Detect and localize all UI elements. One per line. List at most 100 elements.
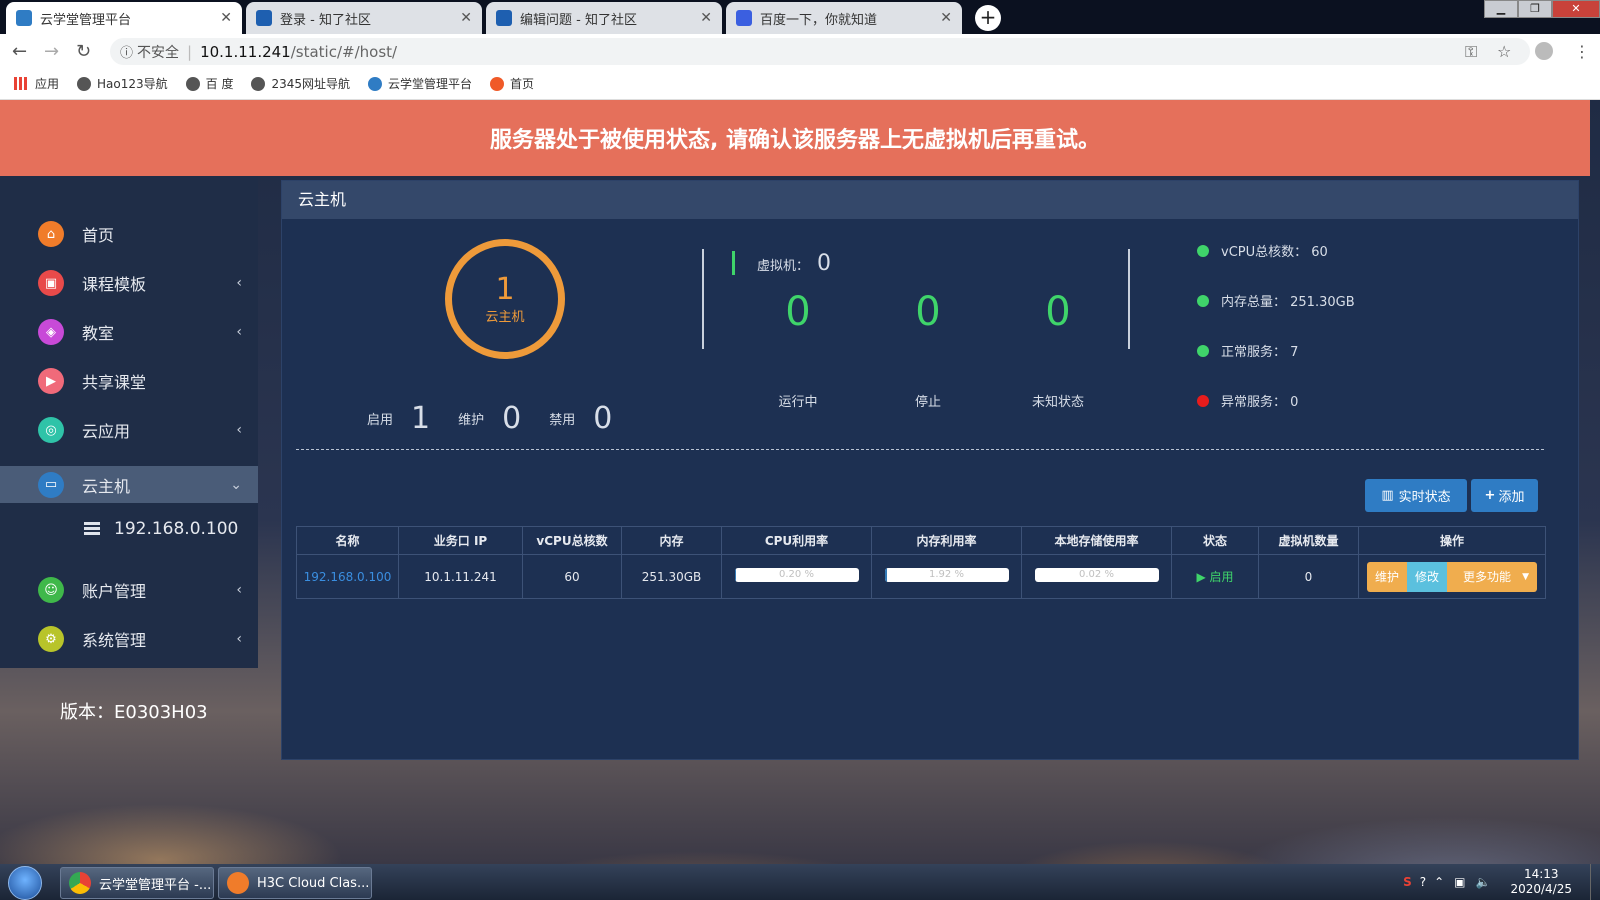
column-header: 内存利用率 (871, 526, 1022, 555)
alert-message: 服务器处于被使用状态, 请确认该服务器上无虚拟机后再重试。 (489, 128, 1101, 153)
stopped-label: 停止 (914, 395, 941, 410)
column-header: 业务口 IP (398, 526, 523, 555)
sidebar-item-shared-class[interactable]: ▶ 共享课堂 (0, 361, 258, 401)
url-field[interactable]: ⓘ 不安全 | 10.1.11.241 /static/#/host/ (110, 38, 1530, 65)
menu-dots-icon[interactable]: ⋮ (1574, 42, 1590, 61)
plus-icon: + (1484, 488, 1496, 503)
bookmark-label: 2345网址导航 (271, 77, 351, 91)
bar-text: 0.02 % (1079, 569, 1114, 580)
sidebar-item-cloud-app[interactable]: ◎ 云应用 ‹ (0, 410, 258, 450)
host-vcpu: 60 (522, 554, 622, 599)
back-arrow-icon[interactable]: ← (12, 41, 27, 62)
start-button[interactable] (8, 866, 42, 900)
host-name-link[interactable]: 192.168.0.100 (296, 554, 399, 599)
maint-label: 维护 (458, 413, 485, 428)
sidebar-item-label: 云主机 (82, 476, 131, 496)
sogou-input-icon[interactable]: S (1403, 875, 1412, 889)
taskbar-item-h3c[interactable]: H3C Cloud Clas... (218, 867, 372, 899)
clock[interactable]: 14:13 2020/4/25 (1510, 867, 1572, 897)
classroom-icon: ◈ (38, 319, 64, 345)
kpi-memory: 内存总量： 251.30GB (1197, 291, 1355, 310)
vm-count-title: 虚拟机： 0 (757, 251, 831, 276)
version-label: 版本：E0303H03 (60, 702, 208, 723)
globe-icon (77, 76, 92, 91)
new-tab-button[interactable]: + (975, 5, 1001, 31)
minimize-button[interactable]: ▁ (1484, 0, 1518, 18)
network-icon[interactable]: ▣ (1454, 875, 1465, 889)
kpi-vcpu: vCPU总核数： 60 (1197, 241, 1328, 260)
bookmark-label: 云学堂管理平台 (388, 77, 473, 91)
sidebar-item-system[interactable]: ⚙ 系统管理 ‹ (0, 619, 258, 659)
button-label: 实时状态 (1398, 490, 1451, 505)
close-icon[interactable]: ✕ (220, 10, 232, 26)
apps-grid-icon (14, 77, 27, 90)
bookmark-2345[interactable]: 2345网址导航 (251, 75, 350, 92)
kpi-label: 异常服务： 0 (1221, 395, 1299, 410)
tab-login[interactable]: 登录 - 知了社区 ✕ (246, 2, 482, 34)
disabled-value: 0 (593, 401, 613, 436)
sidebar-subitem-host[interactable]: 192.168.0.100 (84, 519, 238, 539)
play-circle-icon: ▶ (1196, 570, 1206, 584)
add-host-button[interactable]: + 添加 (1471, 479, 1538, 512)
bookmark-apps[interactable]: 应用 (14, 75, 59, 92)
sidebar-item-label: 账户管理 (82, 582, 147, 601)
close-window-button[interactable]: ✕ (1552, 0, 1600, 18)
bookmark-yunxuetang[interactable]: 云学堂管理平台 (368, 75, 472, 92)
key-icon[interactable]: ⚿ (1465, 42, 1477, 62)
tab-edit-question[interactable]: 编辑问题 - 知了社区 ✕ (486, 2, 722, 34)
sidebar-item-cloud-host[interactable]: ▭ 云主机 ⌄ (0, 466, 258, 503)
taskbar-item-chrome[interactable]: 云学堂管理平台 -... (60, 867, 214, 899)
edit-button[interactable]: 修改 (1407, 561, 1448, 592)
mem-usage-cell: 1.92 % (871, 554, 1022, 599)
column-header: 状态 (1171, 526, 1259, 555)
cloud-icon (16, 10, 32, 26)
maximize-button[interactable]: ❐ (1518, 0, 1552, 18)
reload-icon[interactable]: ↻ (76, 41, 91, 62)
kpi-label: vCPU总核数： 60 (1221, 245, 1328, 260)
close-icon[interactable]: ✕ (940, 10, 952, 26)
maintain-button[interactable]: 维护 (1367, 561, 1408, 592)
bookmark-hao123[interactable]: Hao123导航 (77, 75, 168, 92)
sidebar-item-label: 共享课堂 (82, 373, 147, 392)
volume-icon[interactable]: 🔈 (1476, 875, 1491, 889)
bookmark-home[interactable]: 首页 (490, 75, 534, 92)
help-icon[interactable]: ? (1420, 875, 1426, 889)
show-desktop-button[interactable] (1590, 864, 1600, 900)
chevron-left-icon: ‹ (236, 422, 242, 438)
divider (702, 249, 704, 349)
close-icon[interactable]: ✕ (700, 10, 712, 26)
status-dot-icon (1197, 394, 1209, 407)
bar-chart-icon: ▥ (1381, 488, 1394, 503)
cloud-app-icon: ◎ (38, 417, 64, 443)
enabled-label: 启用 (367, 413, 394, 428)
running-label: 运行中 (778, 395, 818, 410)
bar-fill (884, 568, 887, 582)
close-icon[interactable]: ✕ (460, 10, 472, 26)
tab-baidu[interactable]: 百度一下，你就知道 ✕ (726, 2, 962, 34)
bookmark-baidu[interactable]: 百 度 (185, 75, 233, 92)
action-group: 维护 修改 更多功能 ▼ (1367, 561, 1537, 592)
more-functions-button[interactable]: 更多功能 ▼ (1447, 561, 1537, 592)
tab-yunxuetang[interactable]: 云学堂管理平台 ✕ (6, 2, 242, 34)
forward-arrow-icon[interactable]: → (44, 41, 59, 62)
sidebar-item-course-template[interactable]: ▣ 课程模板 ‹ (0, 263, 258, 303)
host-memory: 251.30GB (621, 554, 722, 599)
realtime-status-button[interactable]: ▥ 实时状态 (1365, 479, 1467, 512)
profile-avatar-icon[interactable] (1535, 42, 1553, 60)
info-icon[interactable]: ⓘ (120, 42, 133, 61)
sidebar-item-home[interactable]: ⌂ 首页 (0, 214, 258, 254)
unknown-value: 0 (1045, 289, 1071, 335)
sidebar-item-account[interactable]: ☺ 账户管理 ‹ (0, 570, 258, 610)
kpi-label: 正常服务： 7 (1221, 345, 1299, 360)
enabled-value: 1 (411, 401, 431, 436)
star-icon[interactable]: ☆ (1497, 42, 1511, 61)
sidebar-item-classroom[interactable]: ◈ 教室 ‹ (0, 312, 258, 352)
tray-arrow-icon[interactable]: ⌃ (1434, 875, 1444, 889)
tab-label: 登录 - 知了社区 (280, 12, 371, 28)
insecure-label: 不安全 (137, 44, 180, 61)
status-dot-icon (1197, 244, 1209, 257)
host-count-label: 云主机 (485, 309, 525, 325)
vm-value: 0 (817, 251, 832, 276)
vm-count: 0 (1258, 554, 1359, 599)
column-header: 内存 (621, 526, 722, 555)
